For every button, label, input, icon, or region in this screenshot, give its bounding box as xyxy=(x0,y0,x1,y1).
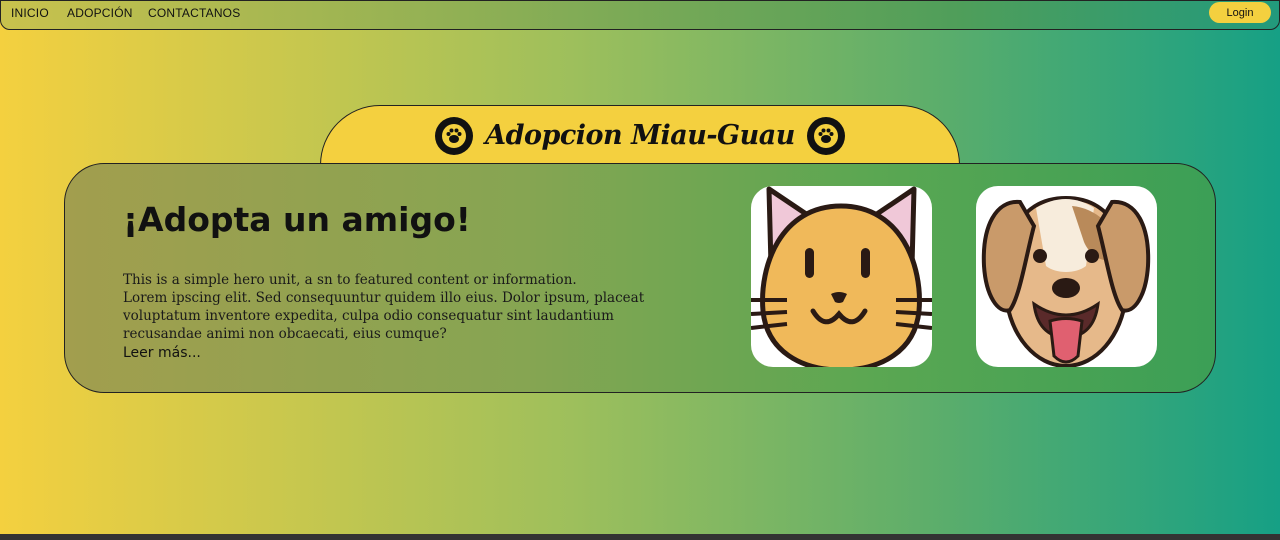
dog-image xyxy=(976,186,1157,367)
cat-face-illustration xyxy=(751,186,932,367)
hero-description-line: This is a simple hero unit, a sn to feat… xyxy=(123,272,577,288)
nav-link-contactanos[interactable]: CONTACTANOS xyxy=(148,6,240,20)
top-navbar: INICIO ADOPCIÓN CONTACTANOS Login xyxy=(0,0,1280,30)
brand-title-tab: Adopcion Miau-Guau xyxy=(320,105,960,165)
hero-description: This is a simple hero unit, a sn to feat… xyxy=(123,271,683,343)
login-button[interactable]: Login xyxy=(1209,2,1271,23)
nav-link-inicio[interactable]: INICIO xyxy=(11,6,49,20)
read-more-link[interactable]: Leer más... xyxy=(123,345,201,361)
hero-heading: ¡Adopta un amigo! xyxy=(123,200,471,239)
brand-title: Adopcion Miau-Guau xyxy=(485,120,795,151)
hero-unit: ¡Adopta un amigo! This is a simple hero … xyxy=(64,163,1216,393)
paw-icon xyxy=(435,116,474,155)
cat-image xyxy=(751,186,932,367)
nav-link-adopcion[interactable]: ADOPCIÓN xyxy=(67,6,133,20)
hero-description-line: Lorem ipscing elit. Sed consequuntur qui… xyxy=(123,290,645,342)
dog-face-illustration xyxy=(981,195,1151,367)
bottom-bar xyxy=(0,534,1280,540)
paw-icon xyxy=(806,116,845,155)
